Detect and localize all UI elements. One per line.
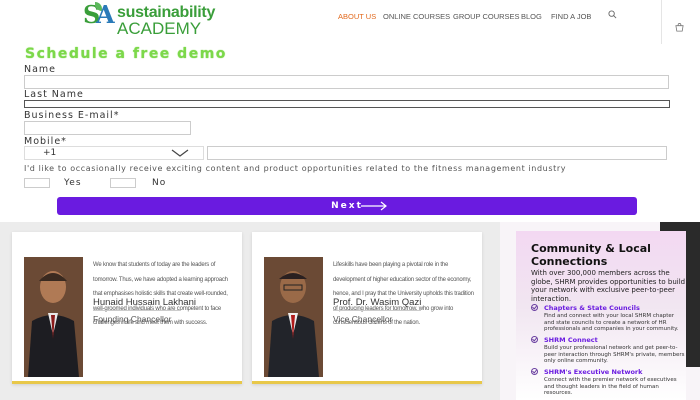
- leader-name: Hunaid Hussain Lakhani: [93, 297, 196, 308]
- last-name-label: Last Name: [24, 89, 84, 100]
- next-button[interactable]: Next: [57, 197, 637, 215]
- name-label: Name: [24, 64, 57, 75]
- community-card: Community & Local Connections With over …: [516, 231, 686, 400]
- logo-mark-icon: SA: [83, 0, 115, 29]
- search-icon[interactable]: [608, 10, 617, 19]
- form-title: Schedule a free demo: [25, 46, 227, 62]
- feature-description: Connect with the premier network of exec…: [544, 377, 677, 396]
- leader-photo: [264, 257, 323, 377]
- email-field[interactable]: [24, 121, 191, 135]
- brand-logo[interactable]: SA sustainability ACADEMY: [83, 0, 223, 38]
- community-intro: With over 300,000 members across the glo…: [531, 269, 686, 303]
- email-label: Business E-mail*: [24, 110, 120, 121]
- country-code-select[interactable]: +1: [24, 146, 204, 160]
- nav-item-about-us[interactable]: ABOUT US: [338, 12, 376, 21]
- leader-card: Lifeskills have been playing a pivotal r…: [252, 232, 482, 384]
- leader-photo: [24, 257, 83, 377]
- consent-text: I'd like to occasionally receive excitin…: [24, 164, 567, 173]
- leader-name-divider: [333, 310, 421, 311]
- feature-title[interactable]: Chapters & State Councils: [544, 304, 640, 312]
- feature-description: Find and connect with your local SHRM ch…: [544, 313, 679, 332]
- chevron-down-icon: [171, 149, 189, 157]
- top-navigation: SA sustainability ACADEMY ABOUT US ONLIN…: [0, 0, 700, 44]
- check-circle-icon: [531, 304, 538, 311]
- leader-role: Vice Chancellor: [333, 314, 393, 324]
- next-button-label: Next: [331, 201, 363, 211]
- check-circle-icon: [531, 368, 538, 375]
- nav-item-online-courses[interactable]: ONLINE COURSES: [383, 12, 450, 21]
- check-circle-icon: [531, 336, 538, 343]
- community-title: Community & Local Connections: [531, 242, 651, 268]
- mobile-field[interactable]: [207, 146, 667, 160]
- feature-title[interactable]: SHRM's Executive Network: [544, 368, 642, 376]
- consent-no-label: No: [152, 178, 167, 188]
- arrow-right-icon: [361, 201, 387, 211]
- cart-icon[interactable]: [675, 23, 684, 32]
- nav-item-blog[interactable]: BLOG: [521, 12, 542, 21]
- leader-card: We know that students of today are the l…: [12, 232, 242, 384]
- name-field[interactable]: [24, 75, 669, 89]
- country-code-value: +1: [43, 148, 57, 158]
- consent-yes-label: Yes: [64, 178, 82, 188]
- consent-yes-radio[interactable]: [24, 178, 50, 188]
- card-accent-bar: [252, 381, 482, 384]
- feature-title[interactable]: SHRM Connect: [544, 336, 598, 344]
- nav-item-group-courses[interactable]: GROUP COURSES: [453, 12, 520, 21]
- leader-name-divider: [93, 310, 181, 311]
- card-accent-bar: [12, 381, 242, 384]
- nav-divider: [661, 0, 662, 44]
- last-name-field[interactable]: [24, 100, 670, 108]
- leader-role: Founding Chancellor: [93, 314, 172, 324]
- nav-item-find-a-job[interactable]: FIND A JOB: [551, 12, 591, 21]
- brand-name-line2: ACADEMY: [117, 19, 202, 38]
- feature-description: Build your professional network and get …: [544, 345, 685, 364]
- consent-no-radio[interactable]: [110, 178, 136, 188]
- leader-name: Prof. Dr. Wasim Qazi: [333, 297, 422, 308]
